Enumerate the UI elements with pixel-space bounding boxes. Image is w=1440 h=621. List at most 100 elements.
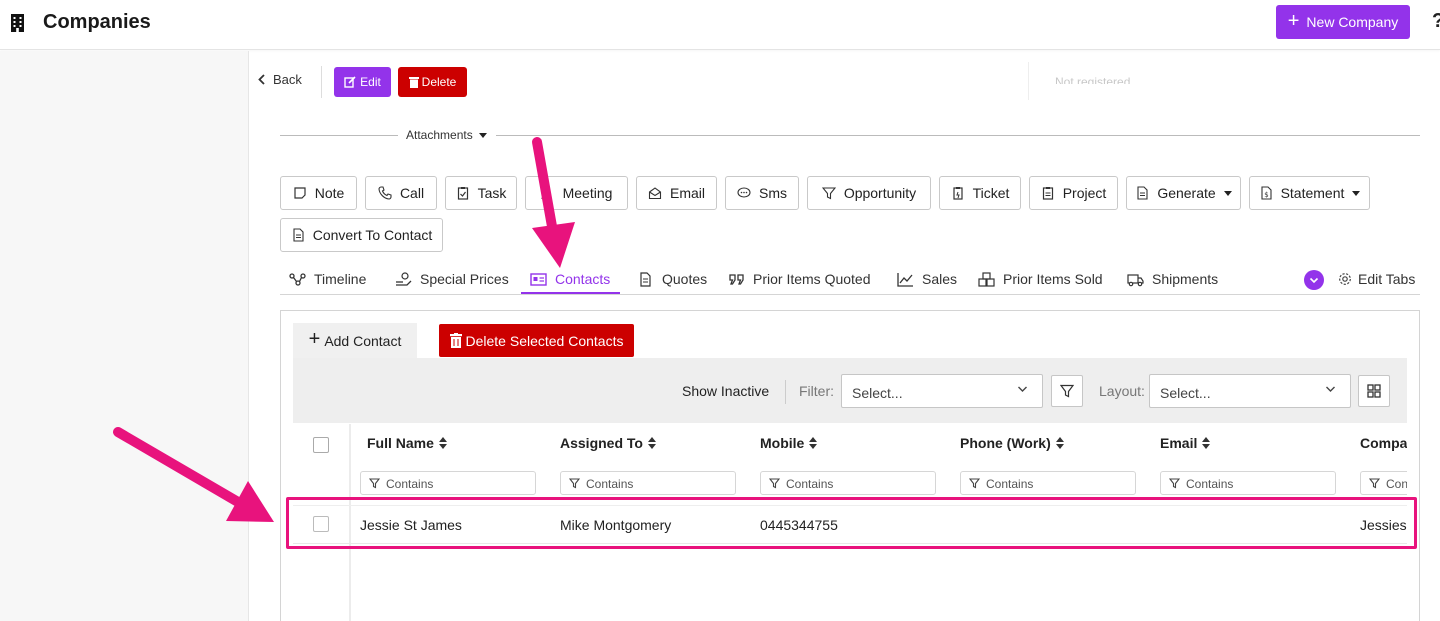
meeting-label: Meeting [562, 185, 613, 201]
divider [496, 135, 1420, 136]
column-header-assigned-to[interactable]: Assigned To [560, 435, 656, 451]
column-header-label: Phone (Work) [960, 435, 1051, 451]
funnel-icon [1060, 384, 1074, 398]
tab-shipments[interactable]: Shipments [1127, 271, 1218, 287]
left-pane [0, 51, 249, 621]
column-header-company[interactable]: Compar [1360, 435, 1407, 451]
tab-label: Shipments [1152, 271, 1219, 287]
note-button[interactable]: Note [280, 176, 357, 210]
clipboard-check-icon [457, 187, 468, 200]
attachments-toggle[interactable]: Attachments [406, 128, 487, 142]
document-icon [640, 271, 651, 287]
tab-sales[interactable]: Sales [897, 271, 957, 287]
convert-to-contact-button[interactable]: Convert To Contact [280, 218, 443, 252]
show-inactive-toggle[interactable]: Show Inactive [682, 383, 769, 399]
statement-icon: $ [1261, 186, 1272, 200]
call-button[interactable]: Call [365, 176, 437, 210]
tabs-expand-button[interactable] [1304, 270, 1324, 290]
tab-prior-items-quoted[interactable]: Prior Items Quoted [728, 271, 871, 287]
edit-icon [344, 76, 356, 88]
quote-icon [729, 273, 744, 285]
meeting-button[interactable]: Meeting [525, 176, 628, 210]
funnel-icon [369, 478, 380, 489]
sms-icon [737, 187, 751, 198]
email-filter-input[interactable]: Contains [1160, 471, 1336, 495]
filter-select[interactable]: Select... [841, 374, 1043, 408]
column-header-label: Compar [1360, 435, 1407, 451]
select-all-checkbox[interactable] [313, 437, 329, 453]
tab-label: Sales [922, 271, 958, 287]
back-button[interactable]: Back [258, 72, 302, 87]
project-label: Project [1062, 185, 1107, 201]
new-company-label: New Company [1306, 14, 1399, 30]
edit-tabs-label: Edit Tabs [1358, 271, 1416, 287]
tab-label: Prior Items Sold [1003, 271, 1103, 287]
opportunity-label: Opportunity [843, 185, 917, 201]
tab-timeline[interactable]: Timeline [289, 271, 366, 287]
column-header-full-name[interactable]: Full Name [367, 435, 447, 451]
ticket-button[interactable]: Ticket [939, 176, 1021, 210]
column-header-phone-work[interactable]: Phone (Work) [960, 435, 1064, 451]
sort-icon [647, 437, 656, 449]
filter-select-value: Select... [852, 385, 903, 401]
tab-special-prices[interactable]: Special Prices [395, 271, 509, 287]
filter-hint: Con [1386, 477, 1407, 491]
new-company-button[interactable]: + New Company [1276, 5, 1410, 39]
sort-icon [1202, 437, 1211, 449]
active-tab-indicator [521, 292, 620, 294]
hand-coin-icon [396, 271, 412, 286]
edit-tabs-button[interactable]: Edit Tabs [1338, 271, 1415, 287]
clipboard-icon [1042, 187, 1053, 200]
delete-selected-contacts-button[interactable]: Delete Selected Contacts [439, 324, 634, 357]
edit-button[interactable]: Edit [334, 67, 391, 97]
funnel-icon [821, 187, 836, 200]
plus-icon: + [308, 328, 321, 350]
delete-button[interactable]: Delete [398, 67, 467, 97]
sms-button[interactable]: Sms [725, 176, 799, 210]
filter-hint: Contains [986, 477, 1034, 491]
funnel-icon [969, 478, 980, 489]
registration-status: Not registered [1055, 75, 1131, 84]
app-header: Companies [0, 0, 1440, 50]
opportunity-button[interactable]: Opportunity [807, 176, 931, 210]
funnel-icon [769, 478, 780, 489]
layout-select[interactable]: Select... [1149, 374, 1351, 408]
add-contact-button[interactable]: + Add Contact [293, 323, 417, 359]
tab-label: Prior Items Quoted [753, 271, 871, 287]
tab-quotes[interactable]: Quotes [637, 271, 707, 287]
full-name-filter-input[interactable]: Contains [360, 471, 536, 495]
meeting-icon [541, 187, 551, 200]
task-label: Task [477, 185, 507, 201]
convert-to-contact-label: Convert To Contact [312, 227, 433, 243]
phone-icon [378, 186, 392, 200]
column-header-mobile[interactable]: Mobile [760, 435, 818, 451]
assigned-to-filter-input[interactable]: Contains [560, 471, 736, 495]
ticket-label: Ticket [972, 185, 1010, 201]
ticket-icon [952, 187, 963, 200]
svg-text:$: $ [1264, 191, 1268, 199]
phone-work-filter-input[interactable]: Contains [960, 471, 1136, 495]
tab-label: Special Prices [420, 271, 509, 287]
tab-label: Quotes [662, 271, 708, 287]
filter-hint: Contains [786, 477, 834, 491]
note-icon [294, 187, 306, 199]
tab-contacts[interactable]: Contacts [530, 271, 610, 287]
tab-label: Contacts [555, 271, 611, 287]
column-header-email[interactable]: Email [1160, 435, 1211, 451]
statement-dropdown[interactable]: $ Statement [1249, 176, 1370, 210]
building-icon [11, 14, 24, 32]
project-button[interactable]: Project [1029, 176, 1118, 210]
task-button[interactable]: Task [445, 176, 517, 210]
funnel-icon [1169, 478, 1180, 489]
delete-selected-contacts-label: Delete Selected Contacts [465, 332, 624, 349]
generate-dropdown[interactable]: Generate [1126, 176, 1241, 210]
filter-button[interactable] [1051, 375, 1083, 407]
tab-prior-items-sold[interactable]: Prior Items Sold [978, 271, 1103, 287]
chevron-down-icon [1326, 386, 1335, 392]
company-filter-input[interactable]: Con [1360, 471, 1407, 495]
layout-grid-button[interactable] [1358, 375, 1390, 407]
help-icon[interactable]: ? [1432, 10, 1440, 33]
mobile-filter-input[interactable]: Contains [760, 471, 936, 495]
plus-icon: + [1287, 10, 1300, 32]
email-button[interactable]: Email [636, 176, 717, 210]
